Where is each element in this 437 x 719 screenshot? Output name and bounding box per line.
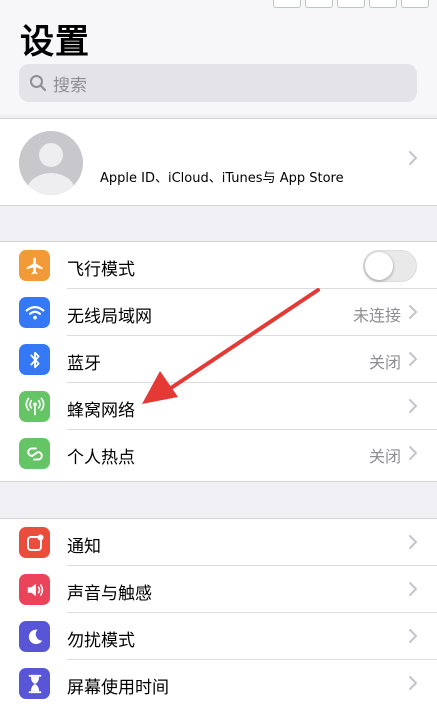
wifi-icon bbox=[19, 297, 50, 328]
chevron-right-icon bbox=[409, 446, 417, 460]
airplane-icon bbox=[19, 250, 50, 281]
search-placeholder: 搜索 bbox=[53, 75, 87, 96]
top-toolbar-fragment bbox=[273, 0, 429, 8]
apple-id-label: Apple ID、iCloud、iTunes与 App Store bbox=[100, 171, 344, 186]
avatar bbox=[19, 131, 83, 195]
sound-icon bbox=[19, 574, 50, 605]
notifications-icon bbox=[19, 527, 50, 558]
chevron-right-icon bbox=[409, 352, 417, 366]
settings-header: 设置 搜索 bbox=[0, 0, 437, 115]
hotspot-status: 关闭 bbox=[368, 447, 401, 466]
row-sounds-haptics[interactable]: 声音与触感 bbox=[0, 566, 437, 613]
sounds-label: 声音与触感 bbox=[67, 584, 152, 604]
bluetooth-label: 蓝牙 bbox=[67, 354, 101, 374]
hotspot-label: 个人热点 bbox=[67, 448, 135, 468]
chevron-right-icon bbox=[409, 629, 417, 643]
row-cellular[interactable]: 蜂窝网络 bbox=[0, 383, 437, 430]
search-input[interactable]: 搜索 bbox=[19, 64, 417, 102]
do-not-disturb-label: 勿扰模式 bbox=[67, 631, 135, 651]
screen-time-label: 屏幕使用时间 bbox=[67, 678, 169, 698]
airplane-mode-label: 飞行模式 bbox=[67, 260, 135, 280]
moon-icon bbox=[19, 621, 50, 652]
notifications-label: 通知 bbox=[67, 537, 101, 557]
row-do-not-disturb[interactable]: 勿扰模式 bbox=[0, 613, 437, 660]
chevron-right-icon bbox=[409, 582, 417, 596]
bluetooth-status: 关闭 bbox=[368, 353, 401, 372]
general-settings-group: 通知 声音与触感 勿扰模式 屏幕使用时间 bbox=[0, 518, 437, 719]
row-screen-time[interactable]: 屏幕使用时间 bbox=[0, 660, 437, 707]
network-settings-group: 飞行模式 无线局域网 未连接 蓝牙 关闭 蜂窝网络 个人热点 关闭 bbox=[0, 241, 437, 482]
bluetooth-icon bbox=[19, 344, 50, 375]
hourglass-icon bbox=[19, 668, 50, 699]
row-notifications[interactable]: 通知 bbox=[0, 519, 437, 566]
row-airplane-mode[interactable]: 飞行模式 bbox=[0, 242, 437, 289]
wifi-status: 未连接 bbox=[352, 306, 401, 325]
cellular-label: 蜂窝网络 bbox=[67, 401, 135, 421]
chevron-right-icon bbox=[409, 151, 417, 165]
chevron-right-icon bbox=[409, 399, 417, 413]
wifi-label: 无线局域网 bbox=[67, 307, 152, 327]
page-title: 设置 bbox=[20, 22, 90, 62]
airplane-mode-toggle[interactable] bbox=[363, 250, 417, 282]
chevron-right-icon bbox=[409, 535, 417, 549]
row-personal-hotspot[interactable]: 个人热点 关闭 bbox=[0, 430, 437, 477]
row-bluetooth[interactable]: 蓝牙 关闭 bbox=[0, 336, 437, 383]
chevron-right-icon bbox=[409, 676, 417, 690]
chevron-right-icon bbox=[409, 305, 417, 319]
row-wifi[interactable]: 无线局域网 未连接 bbox=[0, 289, 437, 336]
apple-id-row[interactable]: Apple ID、iCloud、iTunes与 App Store bbox=[0, 118, 437, 206]
cellular-icon bbox=[19, 391, 50, 422]
hotspot-icon bbox=[19, 438, 50, 469]
search-icon bbox=[30, 75, 47, 92]
